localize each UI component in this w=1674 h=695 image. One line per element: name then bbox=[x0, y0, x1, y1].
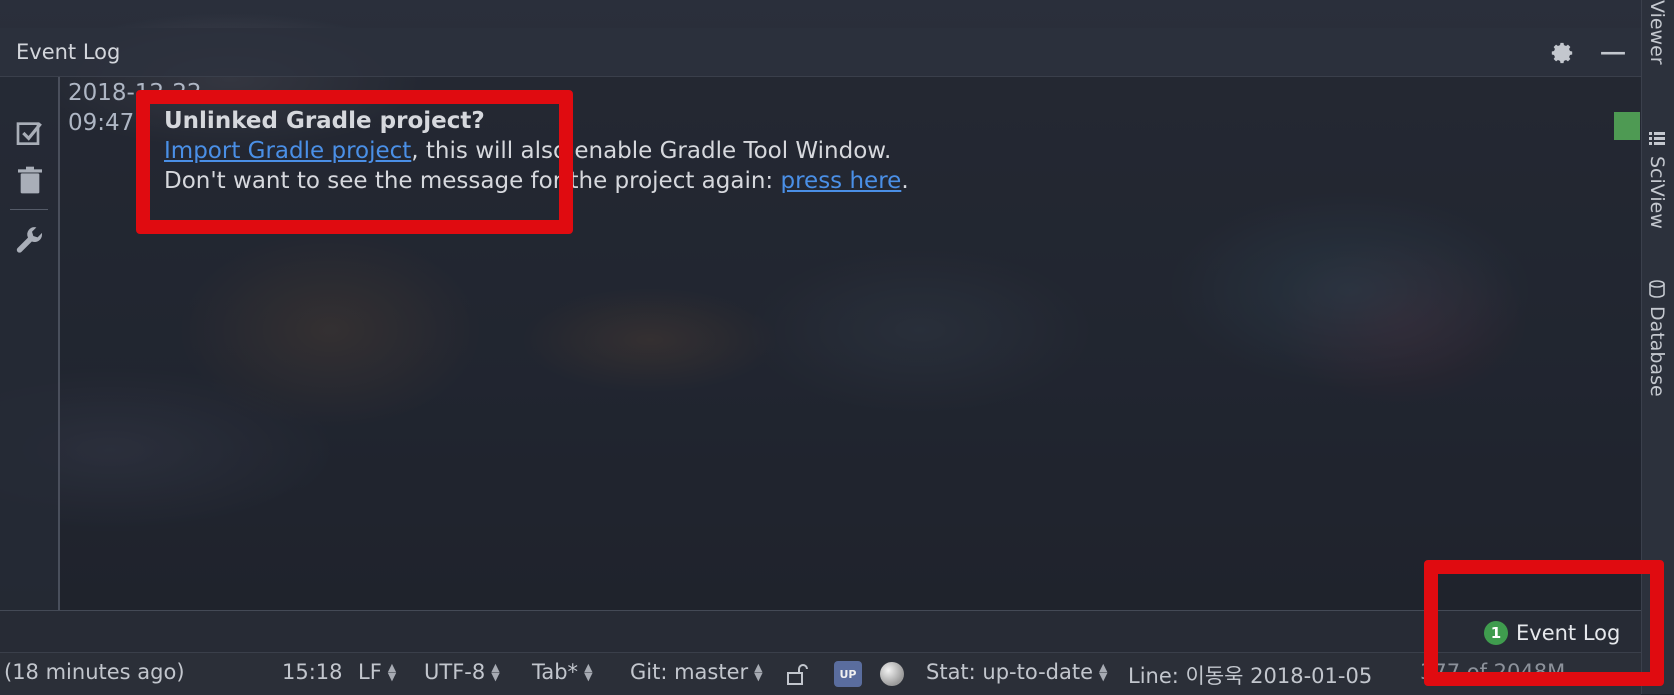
log-timestamp-time: 09:47 bbox=[68, 110, 135, 136]
tool-window-header: Event Log bbox=[0, 28, 1641, 77]
sciview-icon bbox=[1649, 132, 1665, 145]
caret-position[interactable]: 15:18 bbox=[282, 660, 343, 684]
indent-widget[interactable]: Tab* ▲ ▼ bbox=[532, 660, 593, 684]
status-bar: (18 minutes ago) 15:18 LF ▲ ▼ UTF-8 ▲ ▼ Ta… bbox=[0, 652, 1641, 695]
lock-icon[interactable] bbox=[784, 662, 808, 686]
line-author[interactable]: Line: 이동욱 2018-01-05 bbox=[1128, 660, 1372, 690]
highlight-box-notification bbox=[136, 90, 573, 234]
chevron-updown-icon: ▲ ▼ bbox=[754, 661, 763, 683]
database-icon bbox=[1649, 280, 1665, 298]
upsource-icon[interactable]: UP bbox=[834, 661, 862, 687]
bottom-tool-stripe: 1 Event Log bbox=[0, 610, 1641, 653]
line-separator-widget[interactable]: LF ▲ ▼ bbox=[358, 660, 396, 684]
chevron-updown-icon: ▲ ▼ bbox=[1099, 661, 1108, 683]
checkbox-icon[interactable] bbox=[14, 117, 46, 149]
tab-database[interactable]: Database bbox=[1646, 280, 1668, 397]
toolbar-separator bbox=[10, 209, 48, 210]
tool-window-title: Event Log bbox=[16, 40, 121, 64]
tab-viewer-label: Viewer bbox=[1646, 0, 1668, 65]
chevron-updown-icon: ▲ ▼ bbox=[584, 661, 593, 683]
status-message[interactable]: (18 minutes ago) bbox=[4, 660, 185, 684]
encoding-value: UTF-8 bbox=[424, 660, 486, 684]
tab-viewer[interactable]: Viewer bbox=[1646, 0, 1668, 65]
encoding-widget[interactable]: UTF-8 ▲ ▼ bbox=[424, 660, 500, 684]
stat-widget[interactable]: Stat: up-to-date ▲ ▼ bbox=[926, 660, 1108, 684]
wrench-icon[interactable] bbox=[14, 226, 46, 258]
git-branch-widget[interactable]: Git: master ▲ ▼ bbox=[630, 660, 763, 684]
log-message-line3-end: . bbox=[901, 168, 909, 194]
status-marker bbox=[1614, 112, 1640, 140]
line-separator-value: LF bbox=[358, 660, 382, 684]
chevron-updown-icon: ▲ ▼ bbox=[387, 661, 397, 683]
left-toolbar bbox=[0, 77, 60, 610]
trash-icon[interactable] bbox=[14, 164, 46, 196]
tab-sciview-label: SciView bbox=[1646, 156, 1668, 229]
chevron-updown-icon: ▲ ▼ bbox=[491, 661, 500, 683]
gear-icon[interactable] bbox=[1549, 40, 1575, 66]
git-branch-value: Git: master bbox=[630, 660, 749, 684]
tab-sciview[interactable]: SciView bbox=[1646, 130, 1668, 229]
indent-value: Tab* bbox=[532, 660, 579, 684]
tab-database-label: Database bbox=[1646, 306, 1668, 397]
status-indicator-icon[interactable] bbox=[880, 662, 904, 686]
minimize-icon[interactable] bbox=[1600, 40, 1626, 66]
highlight-box-event-log bbox=[1424, 560, 1664, 686]
stat-value: Stat: up-to-date bbox=[926, 660, 1094, 684]
press-here-link[interactable]: press here bbox=[781, 168, 902, 194]
